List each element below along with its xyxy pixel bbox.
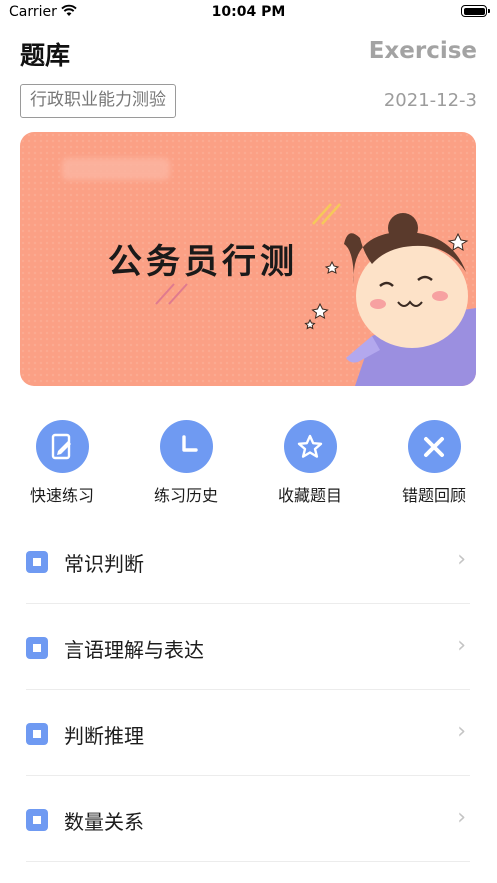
chevron-right-icon: › (457, 805, 466, 830)
favorite-questions-button[interactable]: 收藏题目 (255, 420, 365, 506)
wrong-answers-review-label: 错题回顾 (401, 486, 466, 505)
quick-practice-label: 快速练习 (29, 486, 94, 505)
category-label: 言语理解与表达 (64, 638, 204, 662)
category-item-general-knowledge[interactable]: 常识判断 › (26, 518, 470, 604)
page-title: 题库 (20, 41, 71, 70)
category-item-quantitative-relations[interactable]: 数量关系 › (26, 776, 470, 862)
category-square-icon (26, 551, 48, 573)
battery-icon (461, 5, 490, 17)
category-label: 常识判断 (64, 552, 144, 576)
page-subtitle: Exercise (368, 38, 477, 64)
chevron-right-icon: › (457, 547, 466, 572)
practice-history-button[interactable]: 练习历史 (131, 420, 241, 506)
banner-title: 公务员行测 (108, 242, 298, 282)
favorite-questions-label: 收藏题目 (277, 486, 342, 505)
quick-practice-button[interactable]: 快速练习 (7, 420, 117, 506)
exam-type-selector[interactable]: 行政职业能力测验 (20, 84, 176, 118)
status-time: 10:04 PM (211, 4, 286, 20)
edit-document-icon (35, 420, 89, 473)
status-bar: Carrier 10:04 PM (0, 0, 497, 24)
clock-icon (159, 420, 213, 473)
promo-banner[interactable]: 公务员行测 (20, 132, 476, 386)
category-label: 数量关系 (64, 810, 144, 834)
exam-date: 2021-12-3 (383, 90, 477, 111)
category-label: 判断推理 (64, 724, 144, 748)
category-item-logical-reasoning[interactable]: 判断推理 › (26, 690, 470, 776)
star-icon (283, 420, 337, 473)
chevron-right-icon: › (457, 719, 466, 744)
category-square-icon (26, 723, 48, 745)
category-item-verbal-comprehension[interactable]: 言语理解与表达 › (26, 604, 470, 690)
wrong-answers-review-button[interactable]: 错题回顾 (379, 420, 489, 506)
close-icon (407, 420, 461, 473)
category-square-icon (26, 809, 48, 831)
category-square-icon (26, 637, 48, 659)
chevron-right-icon: › (457, 633, 466, 658)
practice-history-label: 练习历史 (153, 486, 218, 505)
